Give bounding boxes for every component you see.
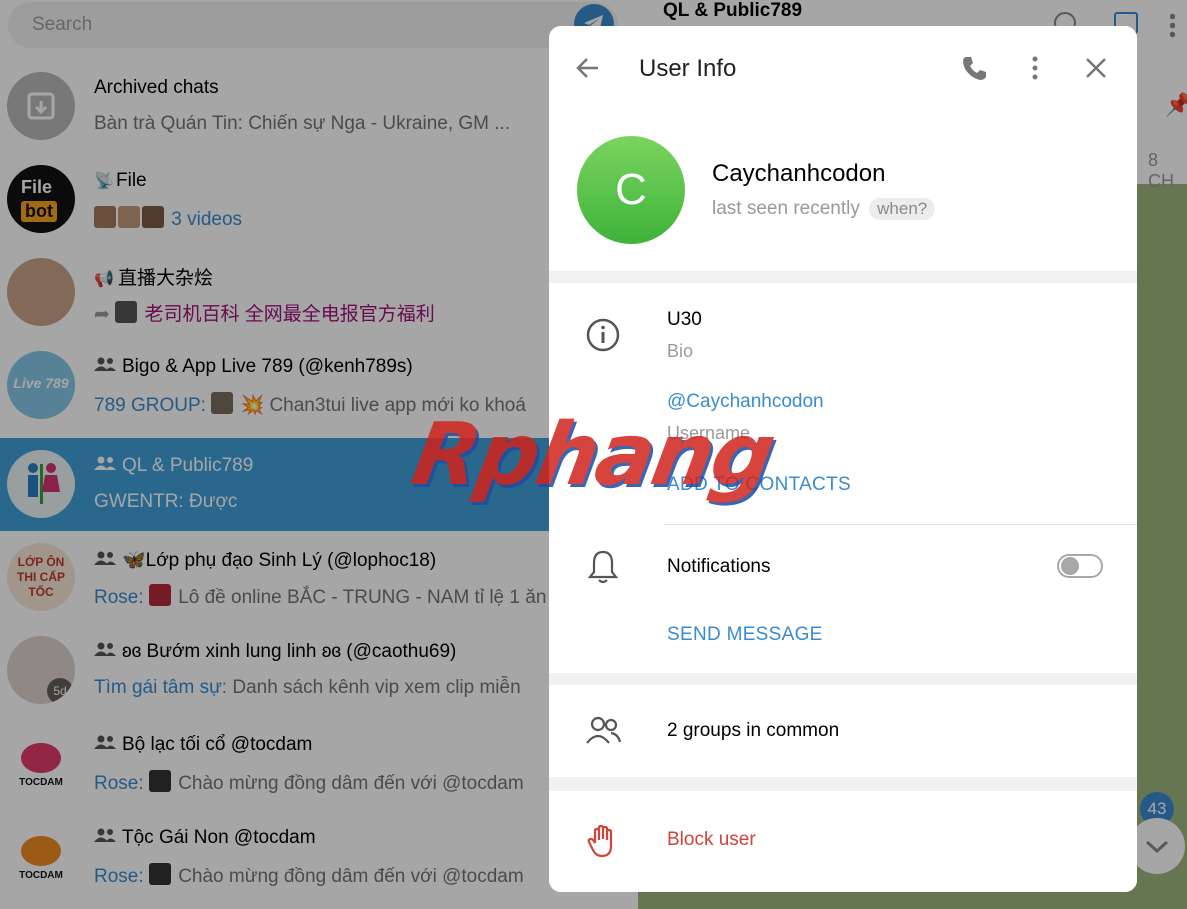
hand-stop-icon (587, 824, 613, 858)
last-seen-status: last seen recently (712, 198, 860, 219)
send-message-button[interactable]: SEND MESSAGE (667, 624, 823, 646)
dialog-title: User Info (639, 55, 737, 82)
groups-in-common-row[interactable]: 2 groups in common (549, 685, 1137, 777)
bell-icon (587, 550, 619, 584)
user-info-details: U30 Bio @Caychanhcodon Username ADD TO C… (549, 283, 1137, 673)
profile-status-row: last seen recently when? (712, 198, 936, 220)
add-to-contacts-button[interactable]: ADD TO CONTACTS (667, 474, 851, 496)
user-info-dialog: User Info C Caychanhcodon last seen rece… (549, 26, 1137, 892)
bio-label: Bio (667, 341, 694, 361)
user-info-header: User Info C Caychanhcodon last seen rece… (549, 26, 1137, 271)
notifications-toggle[interactable] (1057, 554, 1103, 578)
groups-in-common-label: 2 groups in common (667, 720, 840, 741)
more-vertical-icon[interactable] (1021, 54, 1049, 82)
phone-icon[interactable] (960, 54, 988, 82)
username-value[interactable]: @Caychanhcodon (667, 391, 824, 413)
group-icon (586, 716, 622, 744)
close-icon[interactable] (1082, 54, 1110, 82)
block-user-row[interactable]: Block user (549, 791, 1137, 892)
bio-value: U30 (667, 309, 702, 330)
divider (664, 524, 1137, 525)
profile-name: Caychanhcodon (712, 160, 886, 187)
toggle-knob (1061, 557, 1079, 575)
profile-avatar[interactable]: C (577, 136, 685, 244)
username-label: Username (667, 423, 751, 443)
back-arrow-icon[interactable] (574, 54, 602, 82)
notifications-label: Notifications (667, 556, 771, 577)
when-button[interactable]: when? (869, 198, 936, 220)
block-user-button: Block user (667, 829, 756, 850)
info-icon (586, 318, 620, 352)
